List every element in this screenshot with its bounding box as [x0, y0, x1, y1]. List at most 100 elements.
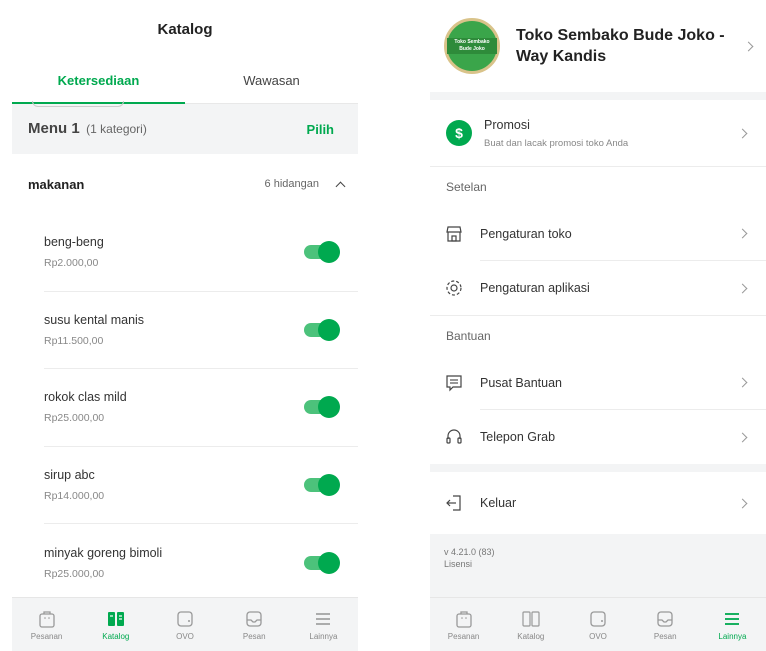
- menu-icon: [725, 612, 740, 625]
- list-item: beng-beng Rp2.000,00: [44, 214, 358, 292]
- store-profile[interactable]: Toko Sembako Bude Joko Toko Sembako Bude…: [430, 0, 766, 92]
- row-label: Pengaturan toko: [480, 226, 572, 241]
- item-price: Rp2.000,00: [44, 257, 99, 270]
- row-label: Telepon Grab: [480, 430, 556, 444]
- menu-title: Menu 1: [28, 120, 80, 137]
- nav-label: OVO: [589, 631, 607, 641]
- dollar-icon: $: [446, 120, 472, 146]
- pilih-button[interactable]: Pilih: [307, 122, 334, 137]
- promo-title: Promosi: [484, 117, 530, 132]
- settings-section: Setelan Pengaturan toko Pengaturan aplik…: [430, 166, 766, 315]
- menu-header: Menu 1 (1 kategori) Pilih: [12, 104, 358, 154]
- chevron-right-icon: [737, 128, 748, 138]
- chevron-right-icon: [737, 498, 748, 508]
- logout-label: Keluar: [480, 496, 517, 510]
- nav-pesan[interactable]: Pesan: [220, 598, 289, 651]
- nav-katalog[interactable]: Katalog: [497, 598, 564, 651]
- version-info: v 4.21.0 (83) Lisensi: [430, 534, 766, 582]
- more-screen: Toko Sembako Bude Joko Toko Sembako Bude…: [430, 0, 766, 651]
- chevron-right-icon: [737, 432, 748, 442]
- section-title: Setelan: [446, 180, 487, 194]
- logout-icon: [446, 495, 461, 511]
- item-name: susu kental manis: [44, 312, 145, 327]
- nav-label: Katalog: [517, 631, 545, 641]
- catalog-screen: Katalog Ketersediaan Wawasan Menu 1 (1 k…: [12, 0, 358, 651]
- gear-icon: [446, 280, 462, 296]
- item-name: beng-beng: [44, 235, 104, 250]
- item-name: rokok clas mild: [44, 390, 127, 405]
- chevron-right-icon: [743, 41, 754, 51]
- item-name: sirup abc: [44, 467, 95, 482]
- inbox-icon: [657, 610, 673, 627]
- nav-label: Pesanan: [30, 631, 63, 641]
- store-icon: [446, 226, 462, 242]
- row-label: Pengaturan aplikasi: [480, 281, 590, 295]
- app-settings-row[interactable]: Pengaturan aplikasi: [430, 261, 766, 315]
- catalog-icon: [522, 610, 540, 627]
- list-item: rokok clas mild Rp25.000,00: [44, 369, 358, 447]
- item-price: Rp25.000,00: [44, 567, 105, 580]
- nav-label: Lainnya: [309, 631, 338, 641]
- promo-subtitle: Buat dan lacak promosi toko Anda: [484, 137, 629, 149]
- bottom-nav: Pesanan Katalog OVO Pesan Lainnya: [430, 597, 766, 651]
- avatar-badge: Toko Sembako Bude Joko: [447, 38, 497, 54]
- headset-icon: [446, 429, 462, 444]
- nav-ovo[interactable]: OVO: [564, 598, 631, 651]
- availability-toggle[interactable]: [304, 473, 340, 496]
- row-label: Pusat Bantuan: [480, 375, 563, 390]
- inbox-icon: [246, 610, 262, 627]
- tab-ketersediaan[interactable]: Ketersediaan: [12, 58, 185, 104]
- logout-row[interactable]: Keluar: [430, 472, 766, 534]
- section-title: Bantuan: [446, 329, 491, 343]
- page-title: Katalog: [157, 20, 213, 38]
- wallet-icon: [177, 610, 193, 627]
- store-name: Toko Sembako Bude Joko - Way Kandis: [516, 27, 725, 65]
- nav-lainnya[interactable]: Lainnya: [699, 598, 766, 651]
- menu-subtitle: (1 kategori): [86, 122, 147, 136]
- store-settings-row[interactable]: Pengaturan toko: [430, 207, 766, 261]
- availability-toggle[interactable]: [304, 318, 340, 341]
- bottom-nav: Pesanan Katalog OVO Pesan Lainnya: [12, 597, 358, 651]
- catalog-icon: [107, 611, 124, 626]
- category-name: makanan: [28, 176, 85, 192]
- license-link[interactable]: Lisensi: [444, 558, 752, 570]
- item-price: Rp11.500,00: [44, 334, 104, 347]
- list-item: sirup abc Rp14.000,00: [44, 447, 358, 524]
- version-text: v 4.21.0 (83): [444, 547, 495, 557]
- nav-label: OVO: [176, 631, 194, 641]
- nav-lainnya[interactable]: Lainnya: [289, 598, 358, 651]
- nav-label: Pesanan: [447, 631, 480, 641]
- list-item: minyak goreng bimoli Rp25.000,00: [44, 524, 358, 602]
- item-price: Rp14.000,00: [44, 489, 105, 502]
- nav-label: Pesan: [653, 631, 677, 641]
- availability-toggle[interactable]: [304, 241, 340, 264]
- chevron-right-icon: [737, 377, 748, 388]
- list-item: susu kental manis Rp11.500,00: [44, 292, 358, 369]
- help-section: Bantuan Pusat Bantuan Telepon Grab: [430, 315, 766, 464]
- wallet-icon: [590, 610, 606, 627]
- help-center-row[interactable]: Pusat Bantuan: [430, 356, 766, 410]
- call-grab-row[interactable]: Telepon Grab: [430, 410, 766, 464]
- chevron-up-icon[interactable]: [335, 181, 346, 191]
- tab-wawasan[interactable]: Wawasan: [185, 58, 358, 103]
- nav-katalog[interactable]: Katalog: [81, 598, 150, 651]
- nav-pesan[interactable]: Pesan: [632, 598, 699, 651]
- avatar: Toko Sembako Bude Joko: [444, 18, 500, 74]
- nav-label: Katalog: [102, 631, 130, 641]
- chevron-right-icon: [737, 228, 748, 239]
- availability-toggle[interactable]: [304, 551, 340, 574]
- nav-pesanan[interactable]: Pesanan: [12, 598, 81, 651]
- category-header[interactable]: makanan 6 hidangan: [12, 154, 358, 214]
- nav-label: Pesan: [242, 631, 266, 641]
- menu-icon: [316, 612, 331, 625]
- item-name: minyak goreng bimoli: [44, 545, 163, 560]
- bag-icon: [38, 610, 55, 628]
- item-price: Rp25.000,00: [44, 412, 105, 425]
- tab-bar: Ketersediaan Wawasan: [12, 58, 358, 104]
- item-list: beng-beng Rp2.000,00 susu kental manis R…: [44, 214, 358, 602]
- nav-ovo[interactable]: OVO: [150, 598, 219, 651]
- availability-toggle[interactable]: [304, 396, 340, 419]
- nav-label: Lainnya: [718, 631, 747, 641]
- nav-pesanan[interactable]: Pesanan: [430, 598, 497, 651]
- promo-row[interactable]: $ Promosi Buat dan lacak promosi toko An…: [430, 100, 766, 166]
